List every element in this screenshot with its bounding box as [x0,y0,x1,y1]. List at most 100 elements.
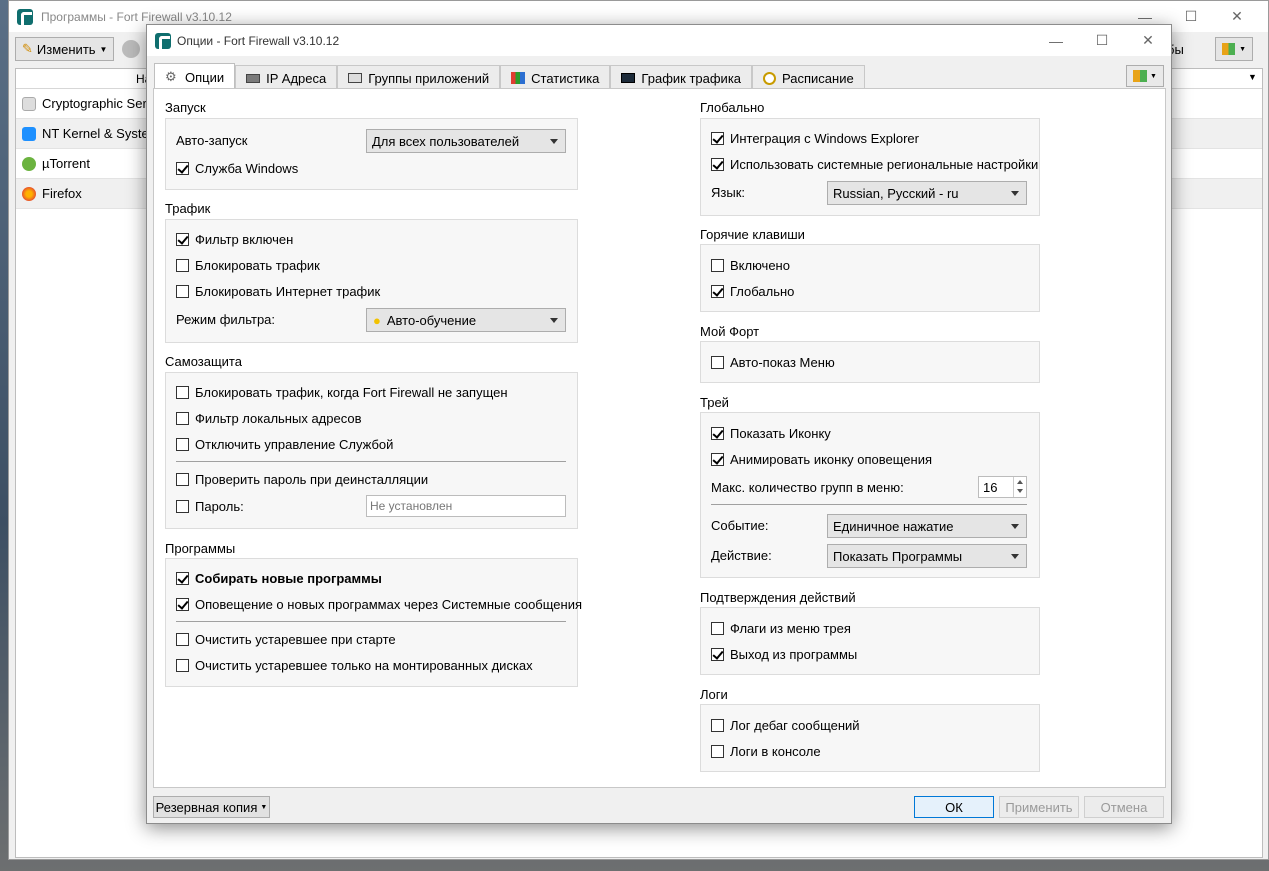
logs-group-title: Логи [700,687,728,702]
spin-down-icon[interactable] [1013,487,1026,497]
close-icon[interactable]: ✕ [1125,25,1171,56]
password-checkbox[interactable]: Пароль: [176,499,244,514]
list-item-label: Cryptographic Servi [42,96,157,111]
check-password-uninstall-checkbox[interactable]: Проверить пароль при деинсталляции [176,472,428,487]
autostart-select[interactable]: Для всех пользователей [366,129,566,153]
collect-new-checkbox[interactable]: Собирать новые программы [176,571,382,586]
console-log-checkbox[interactable]: Логи в консоле [711,744,821,759]
filter-mode-select[interactable]: ● Авто-обучение [366,308,566,332]
explorer-integration-checkbox[interactable]: Интеграция с Windows Explorer [711,131,919,146]
checkbox-box[interactable] [176,572,189,585]
checkbox-box[interactable] [176,473,189,486]
checkbox-box[interactable] [711,648,724,661]
apply-button[interactable]: Применить [999,796,1079,818]
event-select[interactable]: Единичное нажатие [827,514,1027,538]
checkbox-box[interactable] [176,659,189,672]
tab-schedule[interactable]: Расписание [752,65,865,90]
block-traffic-checkbox[interactable]: Блокировать трафик [176,258,320,273]
checkbox-box[interactable] [711,453,724,466]
notify-new-checkbox[interactable]: Оповещение о новых программах через Сист… [176,597,582,612]
chevron-down-icon [550,139,558,144]
autostart-label-text: Авто-запуск [176,133,248,148]
maximize-icon[interactable]: ☐ [1079,25,1125,56]
filter-local-checkbox[interactable]: Фильтр локальных адресов [176,411,362,426]
checkbox-label: Отключить управление Службой [195,437,394,452]
show-icon-checkbox[interactable]: Показать Иконку [711,426,831,441]
hotkeys-global-checkbox[interactable]: Глобально [711,284,794,299]
checkbox-box[interactable] [711,427,724,440]
maximize-icon[interactable]: ☐ [1168,1,1214,32]
hotkeys-group-title: Горячие клавиши [700,227,805,242]
checkbox-box[interactable] [711,745,724,758]
filter-enabled-checkbox[interactable]: Фильтр включен [176,232,293,247]
checkbox-label: Лог дебаг сообщений [730,718,860,733]
checkbox-box[interactable] [176,162,189,175]
password-input[interactable]: Не установлен [366,495,566,517]
column-sort-icon[interactable]: ▼ [1248,72,1257,82]
tray-flags-checkbox[interactable]: Флаги из меню трея [711,621,851,636]
my-fort-group-title: Мой Форт [700,324,760,339]
checkbox-box[interactable] [176,285,189,298]
checkbox-box[interactable] [711,132,724,145]
spin-up-icon[interactable] [1013,477,1026,487]
checkbox-label: Выход из программы [730,647,858,662]
checkbox-label: Флаги из меню трея [730,621,851,636]
grid-icon [1222,43,1236,55]
checkbox-box[interactable] [711,719,724,732]
cancel-button[interactable]: Отмена [1084,796,1164,818]
checkbox-box[interactable] [176,633,189,646]
checkbox-label: Собирать новые программы [195,571,382,586]
action-select[interactable]: Показать Программы [827,544,1027,568]
checkbox-box[interactable] [176,500,189,513]
autostart-select-value: Для всех пользователей [372,133,520,149]
checkbox-box[interactable] [176,386,189,399]
checkbox-box[interactable] [176,259,189,272]
options-dialog-titlebar: Опции - Fort Firewall v3.10.12 — ☐ ✕ [147,25,1171,56]
list-item-label: Firefox [42,186,82,201]
max-groups-spinbox[interactable]: 16 [978,476,1027,498]
checkbox-box[interactable] [711,259,724,272]
tab-traffic-graph[interactable]: График трафика [610,65,753,90]
approve-icon[interactable] [122,40,141,58]
checkbox-box[interactable] [176,598,189,611]
debug-log-checkbox[interactable]: Лог дебаг сообщений [711,718,860,733]
purge-on-start-checkbox[interactable]: Очистить устаревшее при старте [176,632,396,647]
block-when-not-running-checkbox[interactable]: Блокировать трафик, когда Fort Firewall … [176,385,508,400]
checkbox-box[interactable] [711,285,724,298]
block-internet-checkbox[interactable]: Блокировать Интернет трафик [176,284,380,299]
checkbox-box[interactable] [711,158,724,171]
tab-menu-button[interactable]: ▼ [1126,65,1164,87]
max-groups-label-text: Макс. количество групп в меню: [711,480,904,495]
tab-app-groups[interactable]: Группы приложений [337,65,501,90]
menu-button[interactable]: ▼ [1215,37,1253,61]
tab-ip-addresses[interactable]: IP Адреса [235,65,338,90]
tab-options[interactable]: ⚙ Опции [154,63,236,90]
auto-show-menu-checkbox[interactable]: Авто-показ Меню [711,355,835,370]
checkbox-label: Глобально [730,284,795,299]
confirmations-group-title: Подтверждения действий [700,590,856,605]
hotkeys-enabled-checkbox[interactable]: Включено [711,258,790,273]
checkbox-box[interactable] [711,622,724,635]
language-select[interactable]: Russian, Русский - ru [827,181,1027,205]
checkbox-box[interactable] [176,233,189,246]
use-system-locale-checkbox[interactable]: Использовать системные региональные наст… [711,157,1038,172]
checkbox-box[interactable] [711,356,724,369]
checkbox-box[interactable] [176,438,189,451]
minimize-icon[interactable]: — [1033,25,1079,56]
ok-button[interactable]: ОК [914,796,994,818]
disable-service-control-checkbox[interactable]: Отключить управление Службой [176,437,393,452]
tab-statistics[interactable]: Статистика [500,65,611,90]
chevron-down-icon: ▼ [260,803,268,811]
checkbox-label: Фильтр включен [195,232,294,247]
backup-button[interactable]: Резервная копия ▼ [153,796,270,818]
animate-icon-checkbox[interactable]: Анимировать иконку оповещения [711,452,932,467]
purge-mounted-checkbox[interactable]: Очистить устаревшее только на монтирован… [176,658,533,673]
chevron-down-icon [1011,524,1019,529]
checkbox-box[interactable] [176,412,189,425]
close-icon[interactable]: ✕ [1214,1,1260,32]
exit-program-checkbox[interactable]: Выход из программы [711,647,857,662]
checkbox-label: Проверить пароль при деинсталляции [195,472,429,487]
windows-service-checkbox[interactable]: Служба Windows [176,161,298,176]
edit-button[interactable]: ✎ Изменить ▼ [15,37,115,61]
checkbox-label: Анимировать иконку оповещения [730,452,933,467]
